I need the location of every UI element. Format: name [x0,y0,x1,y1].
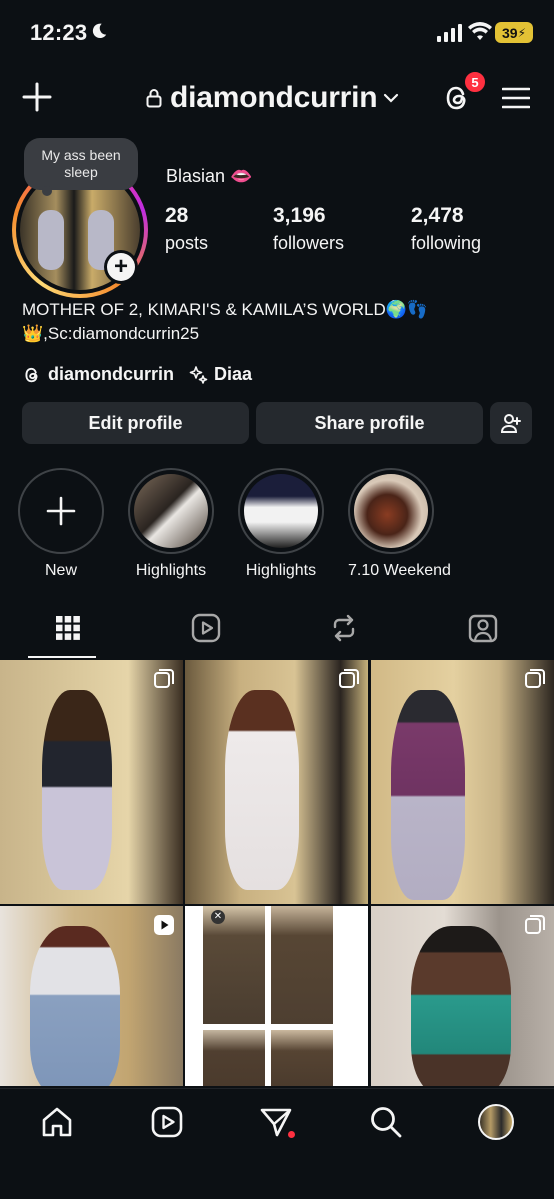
battery-indicator: 39 ⚡ [495,22,533,43]
profile-links: diamondcurrin Diaa [22,364,252,385]
add-icon: + [107,253,135,281]
edit-profile-button[interactable]: Edit profile [22,402,249,444]
status-time: 12:23 [30,20,88,45]
stat-following[interactable]: 2,478 following [411,204,481,254]
username: diamondcurrin [170,81,378,114]
profile-header: diamondcurrin 5 [0,66,554,130]
share-profile-button[interactable]: Share profile [256,402,483,444]
extra-link[interactable]: Diaa [214,364,252,385]
post-figure [30,926,120,1086]
add-person-icon [500,414,521,433]
stat-followers-value: 3,196 [273,204,326,227]
discover-people-button[interactable] [490,402,532,444]
sparkle-link-icon [189,365,208,384]
threads-link-icon [25,367,38,382]
profile-nav-avatar[interactable] [478,1104,514,1140]
search-icon[interactable] [369,1105,403,1139]
stat-posts-label: posts [165,233,209,253]
bio-line-1: MOTHER OF 2, KIMARI'S & KAMILA’S WORLD🌍👣 [22,300,429,319]
threads-link[interactable]: diamondcurrin [48,364,174,385]
lock-icon [146,89,162,108]
post-tile[interactable] [185,660,368,904]
tagged-person-icon [468,614,498,643]
highlight-label: Highlights [245,562,317,579]
post-collage-part [271,906,333,1024]
tab-reels[interactable] [190,608,222,648]
hamburger-menu-icon[interactable] [502,86,530,110]
stat-posts[interactable]: 28 posts [165,204,208,254]
post-tile[interactable] [0,906,183,1086]
bottom-navigation [0,1088,554,1199]
wifi-icon [468,22,492,40]
highlight-label: Highlights [135,562,207,579]
post-figure [391,690,465,900]
focus-moon-icon [92,23,107,39]
highlight-new-circle [18,468,104,554]
account-switcher[interactable]: diamondcurrin [146,80,399,116]
highlight-new[interactable]: New [18,468,104,580]
create-plus-icon[interactable] [22,82,52,112]
carousel-icon [154,669,174,688]
plus-icon [46,496,76,526]
highlight-circle [348,468,434,554]
post-tile[interactable] [0,660,183,904]
active-tab-indicator [28,656,96,658]
home-icon[interactable] [40,1105,74,1139]
grid-icon [56,616,80,640]
post-figure [225,690,299,890]
post-tile[interactable]: ✕ [185,906,368,1086]
content-tabs [0,608,554,658]
close-icon: ✕ [211,910,225,924]
status-bar: 12:23 39 ⚡ [0,0,554,66]
post-tile[interactable] [371,660,554,904]
reel-play-icon [154,915,174,935]
cellular-signal-icon [437,24,462,42]
stat-followers[interactable]: 3,196 followers [273,204,344,254]
carousel-icon [525,915,545,934]
display-name: Blasian 👄 [166,166,253,186]
bio-line-2: 👑,Sc:diamondcurrin25 [22,324,200,343]
carousel-icon [339,669,359,688]
note-bubble-tail [42,186,52,196]
tab-reposts[interactable] [328,608,360,648]
highlight-item[interactable]: Highlights [128,468,214,580]
post-figure [411,926,511,1086]
post-collage-part [203,1030,265,1086]
reels-nav-icon[interactable] [150,1105,184,1139]
unread-dot [288,1131,295,1138]
tab-posts-grid[interactable] [52,608,84,648]
profile-note[interactable]: My ass been sleep [24,138,138,190]
stat-following-value: 2,478 [411,204,464,227]
notification-badge: 5 [463,70,487,94]
battery-level: 39 [501,24,518,41]
highlight-label: 7.10 Weekend [348,562,451,579]
stat-followers-label: followers [273,233,345,253]
tab-tagged[interactable] [467,608,499,648]
post-figure [42,690,112,890]
stat-posts-value: 28 [165,204,189,227]
chevron-down-icon [384,93,399,103]
highlight-item[interactable]: Highlights [238,468,324,580]
highlight-circle [128,468,214,554]
add-story-button[interactable]: + [104,250,138,284]
post-collage-part [271,1030,333,1086]
post-collage-part [203,906,265,1024]
bio: MOTHER OF 2, KIMARI'S & KAMILA’S WORLD🌍👣… [22,298,542,346]
highlight-circle [238,468,324,554]
highlight-label: New [44,562,77,579]
repost-icon [333,614,355,642]
stat-following-label: following [411,233,482,253]
post-tile[interactable] [371,906,554,1086]
carousel-icon [525,669,545,688]
reels-icon [191,613,221,643]
highlight-item[interactable]: 7.10 Weekend [348,468,451,580]
